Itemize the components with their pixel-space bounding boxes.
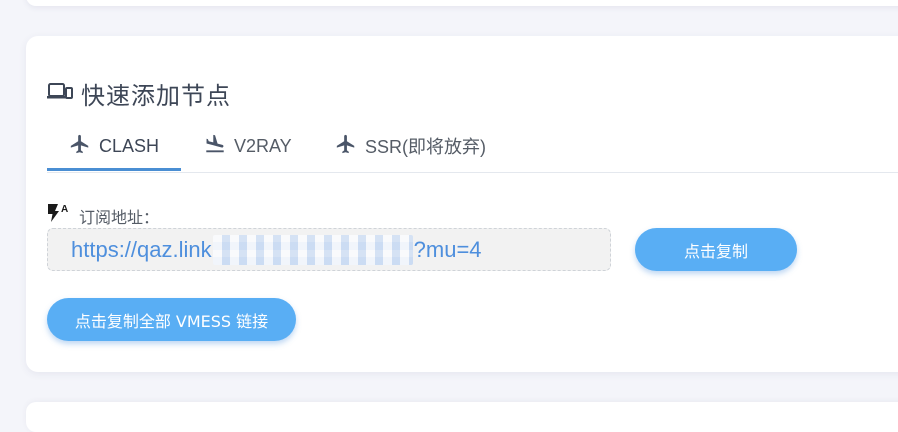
tab-clash[interactable]: CLASH [69, 120, 159, 172]
copy-all-vmess-button[interactable]: 点击复制全部 VMESS 链接 [47, 298, 296, 341]
copy-button[interactable]: 点击复制 [635, 228, 797, 271]
quick-add-node-card: 快速添加节点 CLASH V2RAY SSR(即将放弃) A 订阅地址： htt… [26, 36, 898, 372]
tab-label: V2RAY [234, 135, 292, 156]
flight-land-icon [204, 133, 234, 160]
flash-auto-icon: A [47, 203, 79, 228]
subscription-label-row: A 订阅地址： [47, 203, 159, 228]
tab-label: SSR(即将放弃) [365, 137, 486, 157]
tab-ssr[interactable]: SSR(即将放弃) [335, 120, 486, 172]
airplane-icon [335, 133, 365, 160]
section-header: 快速添加节点 [47, 79, 231, 110]
devices-icon [47, 80, 81, 107]
next-card [26, 402, 898, 432]
redacted-token [212, 234, 413, 265]
active-tab-indicator [47, 168, 181, 171]
svg-text:A: A [61, 204, 68, 215]
url-prefix: https://qaz.link [71, 236, 212, 262]
url-suffix: ?mu=4 [413, 236, 482, 262]
subscription-url-field[interactable]: https://qaz.link ?mu=4 [47, 228, 611, 271]
previous-card [26, 0, 898, 6]
client-tabs: CLASH V2RAY SSR(即将放弃) [47, 120, 898, 173]
airplane-icon [69, 133, 99, 160]
subscription-label: 订阅地址： [79, 209, 160, 227]
tab-v2ray[interactable]: V2RAY [204, 120, 292, 172]
section-title: 快速添加节点 [81, 81, 231, 110]
tab-label: CLASH [99, 135, 160, 156]
